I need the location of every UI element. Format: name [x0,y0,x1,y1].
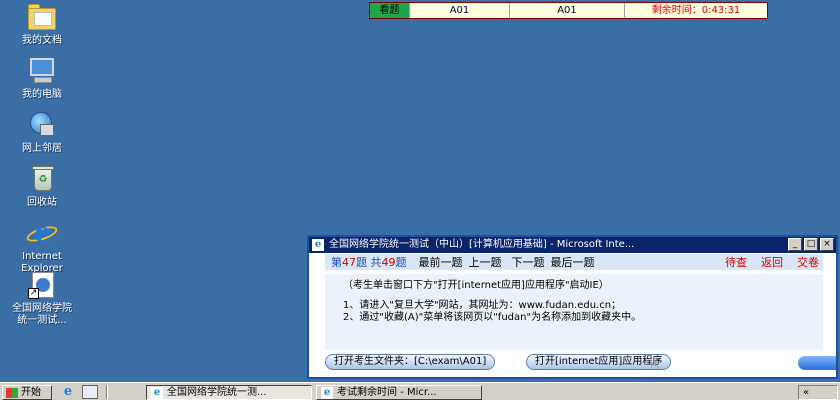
exam-status-bar: 看题 A01 A01 剩余时间：0:43:31 [369,2,768,19]
status-tag[interactable]: 看题 [370,3,410,18]
start-label: 开始 [21,387,41,398]
ie-icon: e [151,387,163,399]
desktop-icon-my-documents[interactable]: 我的文档 [2,2,82,47]
ie-icon: e [321,387,333,399]
taskbar: 开始 e e 全国网络学院统一测... e 考试剩余时间 - Micr... « [0,382,840,400]
submit-link[interactable]: 交卷 [797,254,819,270]
instruction-line: （考生单击窗口下方"打开[internet应用]应用程序"启动IE） [343,280,609,291]
windows-logo-icon [6,388,18,398]
maximize-button[interactable]: □ [804,238,818,251]
desktop-icon-label: 网上邻居 [22,143,62,154]
hand-cursor-icon: ☝ [650,358,659,374]
window-titlebar[interactable]: e 全国网络学院统一测试（中山）[计算机应用基础] - Microsoft In… [309,237,836,253]
desktop-icon-exam-shortcut[interactable]: ↗ 全国网络学院 统一测试... [2,270,82,327]
status-cell-exam-id: A01 [410,3,510,18]
desktop-icon-label: 回收站 [27,197,57,208]
internet-explorer-icon: e [24,218,60,248]
last-question-link[interactable]: 最后一题 [551,254,595,270]
network-places-icon [26,110,58,140]
first-question-link[interactable]: 最前一题 [419,254,463,270]
close-button[interactable]: × [820,238,834,251]
check-later-link[interactable]: 待查 [725,254,747,270]
system-tray[interactable]: « [798,385,838,400]
question-nav-bar: 第47题 共49题 最前一题 上一题 下一题 最后一题 待查 返回 交卷 [325,254,823,270]
desktop-icon-label-line2: 统一测试... [17,315,67,326]
open-exam-folder-button[interactable]: 打开考生文件夹：[C:\exam\A01] [325,354,496,370]
task-step-2: 2、通过"收藏(A)"菜单将该网页以"fudan"为名称添加到收藏夹中。 [343,312,642,323]
prev-question-link[interactable]: 上一题 [469,254,502,270]
tray-expand-icon[interactable]: « [803,387,809,398]
window-title: 全国网络学院统一测试（中山）[计算机应用基础] - Microsoft Inte… [329,239,635,250]
taskbar-button-exam-window[interactable]: e 全国网络学院统一测... [146,385,312,400]
my-documents-icon [26,2,58,32]
total-questions: 49 [381,256,396,269]
remaining-time: 剩余时间：0:43:31 [625,3,767,18]
next-question-link[interactable]: 下一题 [512,254,545,270]
quick-launch-ie-icon[interactable]: e [60,385,76,399]
quick-launch-desktop-icon[interactable] [82,385,98,399]
exam-window: e 全国网络学院统一测试（中山）[计算机应用基础] - Microsoft In… [307,235,838,379]
ie-icon: e [312,239,324,251]
desktop-icon-label: 我的电脑 [22,89,62,100]
scroll-pill[interactable] [798,356,836,370]
question-counter: 第47题 共49题 [331,256,407,269]
desktop-icon-label-line1: 全国网络学院 [12,303,72,314]
minimize-button[interactable]: _ [788,238,802,251]
taskbar-button-timer-window[interactable]: e 考试剩余时间 - Micr... [316,385,482,400]
back-link[interactable]: 返回 [761,254,783,270]
question-content: （考生单击窗口下方"打开[internet应用]应用程序"启动IE） 1、请进入… [325,274,823,350]
recycle-bin-icon: ♻ [26,164,58,194]
shortcut-icon: ↗ [26,270,58,300]
desktop-icon-network-places[interactable]: 网上邻居 [2,110,82,155]
status-cell-seat-id: A01 [510,3,625,18]
task-label: 考试剩余时间 - Micr... [337,387,437,398]
desktop-icon-label-line1: Internet [22,251,62,262]
start-button[interactable]: 开始 [2,385,52,400]
taskbar-divider [106,385,108,399]
my-computer-icon [26,56,58,86]
desktop-icon-label: 我的文档 [22,35,62,46]
current-question: 47 [342,256,356,269]
desktop-icon-recycle-bin[interactable]: ♻ 回收站 [2,164,82,209]
task-label: 全国网络学院统一测... [167,387,267,398]
desktop-icon-internet-explorer[interactable]: e Internet Explorer [2,218,82,275]
desktop-icon-my-computer[interactable]: 我的电脑 [2,56,82,101]
